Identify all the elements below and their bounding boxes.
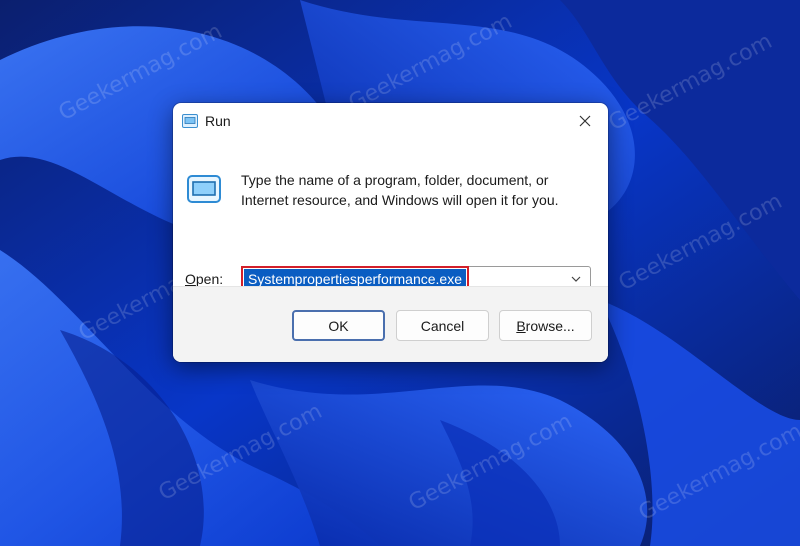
- title-bar[interactable]: Run: [173, 103, 608, 139]
- close-icon: [579, 115, 591, 127]
- ok-button[interactable]: OK: [292, 310, 385, 341]
- browse-mnemonic: B: [516, 317, 526, 334]
- dialog-description: Type the name of a program, folder, docu…: [241, 172, 559, 208]
- open-label-mnemonic: O: [185, 271, 196, 287]
- run-app-icon: [187, 175, 221, 203]
- browse-button[interactable]: Browse...: [499, 310, 592, 341]
- chevron-down-icon: [571, 276, 581, 282]
- close-button[interactable]: [562, 103, 608, 139]
- run-app-icon: [182, 114, 198, 128]
- open-label: Open:: [185, 271, 223, 287]
- open-label-rest: pen:: [195, 271, 224, 287]
- dialog-footer: OK Cancel Browse...: [173, 286, 608, 362]
- dialog-body: Type the name of a program, folder, docu…: [173, 139, 608, 293]
- browse-label-rest: rowse...: [525, 317, 575, 334]
- cancel-button[interactable]: Cancel: [396, 310, 489, 341]
- run-dialog: Run Type the name of a program, folder, …: [173, 103, 608, 362]
- dialog-title: Run: [205, 113, 231, 129]
